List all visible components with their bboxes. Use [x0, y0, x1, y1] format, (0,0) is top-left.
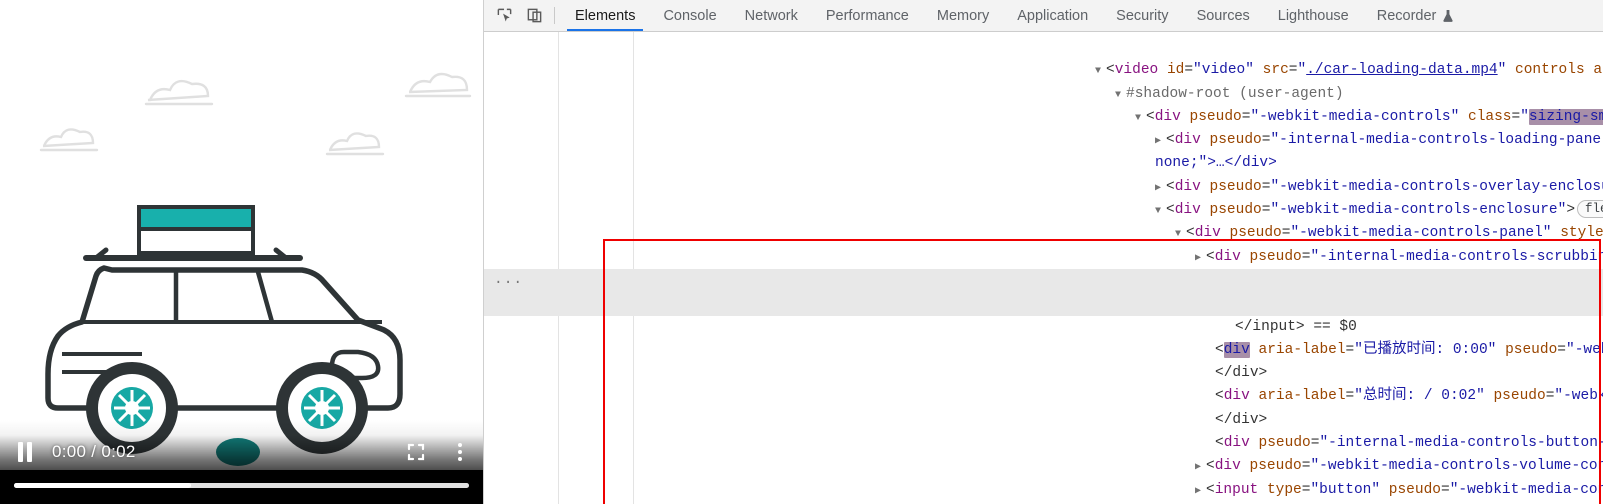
time-display: 0:00 / 0:02 — [52, 442, 136, 461]
dom-row-play-button[interactable]: ...<input type="button" pseudo="-webkit-… — [484, 268, 1603, 311]
player-controls-row: 0:00 / 0:02 — [0, 434, 483, 470]
tab-security[interactable]: Security — [1102, 0, 1182, 31]
car-loading-illustration — [39, 72, 472, 466]
dom-row-volume-control-container[interactable]: <div pseudo="-webkit-media-controls-volu… — [484, 432, 1603, 474]
roof-rack — [83, 205, 303, 261]
pause-icon[interactable] — [14, 441, 36, 463]
dom-row-overlay-enclosure[interactable]: <div pseudo="-webkit-media-controls-over… — [484, 152, 1603, 195]
dom-row-enclosure[interactable]: <div pseudo="-webkit-media-controls-encl… — [484, 176, 1603, 219]
devtools-toolbar-icons — [492, 0, 552, 31]
cloud-decorations — [39, 72, 472, 156]
dom-row-media-controls[interactable]: <div pseudo="-webkit-media-controls" cla… — [484, 83, 1603, 125]
timeline-track[interactable] — [14, 483, 469, 488]
tab-label: Elements — [575, 7, 636, 24]
dom-row-shadow-root[interactable]: #shadow-root (user-agent) — [484, 59, 1603, 102]
tab-label: Console — [663, 7, 717, 24]
dom-row-scrubbing-message[interactable]: <div pseudo="-internal-media-controls-sc… — [484, 222, 1603, 265]
tab-lighthouse[interactable]: Lighthouse — [1264, 0, 1363, 31]
dom-row-fullscreen-close: …</input> — [484, 479, 1603, 502]
tab-label: Lighthouse — [1277, 7, 1349, 24]
dom-row-time-remaining-close: </div> — [484, 385, 1603, 428]
tab-label: Recorder — [1376, 7, 1437, 24]
devtools-screenshot: 0:00 / 0:02 Elements Console Network Per… — [0, 0, 1603, 504]
devtools-tabstrip: Elements Console Network Performance Mem… — [561, 0, 1468, 31]
row-more-badge[interactable]: ... — [494, 269, 523, 292]
tab-memory[interactable]: Memory — [923, 0, 1003, 31]
elements-dom-tree[interactable]: <video id="video" src="./car-loading-dat… — [484, 32, 1603, 504]
tab-elements[interactable]: Elements — [561, 0, 649, 31]
tab-label: Performance — [825, 7, 909, 24]
dom-row-controls-panel[interactable]: <div pseudo="-webkit-media-controls-pane… — [484, 199, 1603, 241]
video-canvas: 0:00 / 0:02 — [0, 0, 483, 504]
dom-row-button-spacer[interactable]: <div pseudo="-internal-media-controls-bu… — [484, 409, 1603, 451]
devtools-panel: Elements Console Network Performance Mem… — [483, 0, 1603, 504]
tab-label: Sources — [1196, 7, 1250, 24]
fullscreen-icon[interactable] — [405, 441, 427, 463]
timeline-progress — [14, 483, 192, 488]
tab-recorder[interactable]: Recorder — [1363, 0, 1469, 31]
dom-row-fullscreen-button[interactable]: <input type="button" pseudo="-webkit-med… — [484, 455, 1603, 498]
toolbar-divider — [554, 7, 555, 24]
tab-application[interactable]: Application — [1003, 0, 1102, 31]
beta-flask-icon — [1442, 9, 1454, 23]
video-player-pane[interactable]: 0:00 / 0:02 — [0, 0, 483, 504]
timeline-bar[interactable] — [0, 470, 483, 504]
dom-row-loading-panel[interactable]: <div pseudo="-internal-media-controls-lo… — [484, 106, 1603, 148]
dom-row-current-time-display[interactable]: <div aria-label="已播放时间: 0:00" pseudo="-w… — [484, 316, 1603, 358]
dom-node-list: <video id="video" src="./car-loading-dat… — [484, 32, 1603, 502]
tab-console[interactable]: Console — [649, 0, 730, 31]
devtools-toolbar: Elements Console Network Performance Mem… — [484, 0, 1603, 32]
tab-label: Application — [1017, 7, 1089, 24]
tab-sources[interactable]: Sources — [1183, 0, 1264, 31]
dom-row-button-panel[interactable]: <div pseudo="-internal-media-controls-bu… — [484, 246, 1603, 288]
tab-network[interactable]: Network — [731, 0, 812, 31]
overflow-menu-icon[interactable] — [457, 441, 463, 463]
tab-label: Memory — [936, 7, 990, 24]
dom-row-time-remaining-display[interactable]: <div aria-label="总时间: / 0:02" pseudo="-w… — [484, 362, 1603, 404]
dom-row-loading-panel-cont: none;">…</div> — [484, 129, 1603, 171]
tab-label: Security — [1116, 7, 1169, 24]
dom-row-play-button-close: </input> == $0 — [484, 292, 1603, 335]
tab-label: Network — [744, 7, 798, 24]
dom-row-current-time-close: </div> — [484, 339, 1603, 381]
tab-performance[interactable]: Performance — [812, 0, 923, 31]
toggle-device-toolbar-icon[interactable] — [524, 6, 544, 26]
dom-row-video[interactable]: <video id="video" src="./car-loading-dat… — [484, 36, 1603, 78]
inspect-element-icon[interactable] — [494, 6, 514, 26]
